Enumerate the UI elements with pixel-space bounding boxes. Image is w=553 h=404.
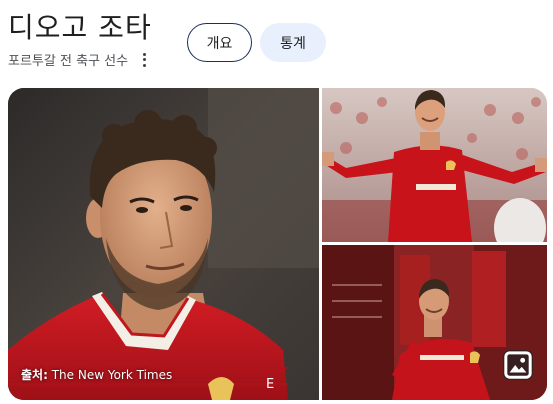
image-badge-glyph (504, 351, 532, 379)
image-source-label: 출처: (21, 368, 48, 382)
main-image[interactable]: E 출처: The New York Times (8, 88, 319, 400)
image-source-caption: 출처: The New York Times (21, 366, 172, 383)
tab-overview[interactable]: 개요 (187, 23, 252, 62)
entity-subtitle: 포르투갈 전 축구 선수 (8, 50, 149, 69)
vertical-dots-icon[interactable] (139, 52, 149, 67)
entity-title: 디오고 조타 (8, 11, 152, 44)
shirt-sponsor-text: E (266, 377, 274, 392)
player-celebration-image (322, 88, 547, 242)
entity-subtitle-text: 포르투갈 전 축구 선수 (8, 54, 129, 69)
image-source-name: The New York Times (51, 368, 173, 382)
image-thumbnail-dressing-room[interactable] (322, 245, 547, 400)
image-thumbnail-celebration[interactable] (322, 88, 547, 242)
player-portrait-image: E (8, 88, 319, 400)
image-icon[interactable] (503, 350, 533, 380)
tab-stats[interactable]: 통계 (260, 23, 326, 62)
